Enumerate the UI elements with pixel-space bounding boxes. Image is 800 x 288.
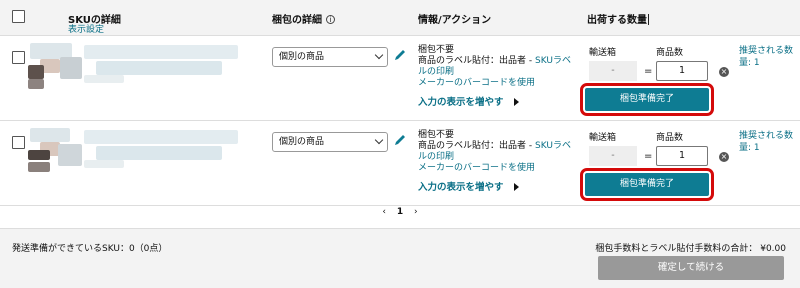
row-checkbox[interactable] xyxy=(12,136,25,149)
show-more-link[interactable]: 入力の表示を増やす xyxy=(418,97,578,108)
unit-label: 商品数 xyxy=(656,133,684,143)
label-info: 商品のラベル貼付：出品者 - SKUラベルの印刷 xyxy=(418,56,578,78)
label-info: 商品のラベル貼付：出品者 - SKUラベルの印刷 xyxy=(418,141,578,163)
box-count-field: - xyxy=(589,146,637,166)
chevron-down-icon xyxy=(374,135,384,145)
packing-type-select[interactable]: 個別の商品 xyxy=(272,132,388,152)
fee-total: 梱包手数料とラベル貼付手数料の合計： ¥0.00 xyxy=(595,244,786,254)
info-icon[interactable]: i xyxy=(326,15,335,24)
chevron-down-icon xyxy=(374,50,384,60)
recommended-quantity-link[interactable]: 推奨される数量: 1 xyxy=(739,130,799,154)
box-label: 輸送箱 xyxy=(589,48,617,58)
confirm-continue-button[interactable]: 確定して続ける xyxy=(598,256,784,280)
manufacturer-barcode-link[interactable]: メーカーのバーコードを使用 xyxy=(418,78,578,89)
pencil-icon[interactable] xyxy=(393,133,407,147)
current-page[interactable]: 1 xyxy=(397,207,403,217)
unit-quantity-input[interactable]: 1 xyxy=(656,146,708,166)
ready-to-pack-button[interactable]: 梱包準備完了 xyxy=(580,168,714,201)
label-owner-text: 商品のラベル貼付：出品者 - xyxy=(418,141,535,151)
prev-page-icon[interactable]: ‹ xyxy=(382,207,386,217)
text-cursor xyxy=(648,14,649,25)
ready-to-pack-button[interactable]: 梱包準備完了 xyxy=(580,83,714,116)
prep-info: 梱包不要 xyxy=(418,45,455,55)
table-row: 個別の商品 梱包不要 商品のラベル貼付：出品者 - SKUラベルの印刷 メーカー… xyxy=(0,122,800,206)
equals-sign: = xyxy=(644,151,653,162)
equals-sign: = xyxy=(644,66,653,77)
header-info-action: 情報/アクション xyxy=(418,15,492,26)
ready-sku-count: 発送準備ができているSKU：0（0点） xyxy=(12,244,168,254)
select-all-checkbox[interactable] xyxy=(12,10,25,23)
packing-type-select[interactable]: 個別の商品 xyxy=(272,47,388,67)
header-packing-details: 梱包の詳細 i xyxy=(272,11,335,26)
play-arrow-icon xyxy=(513,98,519,106)
unit-quantity-input[interactable]: 1 xyxy=(656,61,708,81)
pencil-icon[interactable] xyxy=(393,48,407,62)
row-checkbox[interactable] xyxy=(12,51,25,64)
prep-info: 梱包不要 xyxy=(418,130,455,140)
unit-label: 商品数 xyxy=(656,48,684,58)
info-action-cell: 梱包不要 商品のラベル貼付：出品者 - SKUラベルの印刷 メーカーのバーコード… xyxy=(418,45,578,108)
next-page-icon[interactable]: › xyxy=(414,207,418,217)
box-count-field: - xyxy=(589,61,637,81)
info-action-cell: 梱包不要 商品のラベル貼付：出品者 - SKUラベルの印刷 メーカーのバーコード… xyxy=(418,130,578,193)
clear-icon[interactable]: × xyxy=(719,67,729,77)
label-owner-text: 商品のラベル貼付：出品者 - xyxy=(418,56,535,66)
table-row: 個別の商品 梱包不要 商品のラベル貼付：出品者 - SKUラベルの印刷 メーカー… xyxy=(0,37,800,121)
box-label: 輸送箱 xyxy=(589,133,617,143)
recommended-quantity-link[interactable]: 推奨される数量: 1 xyxy=(739,45,799,69)
display-settings-link[interactable]: 表示設定 xyxy=(68,22,104,35)
footer-bar: 発送準備ができているSKU：0（0点） 梱包手数料とラベル貼付手数料の合計： ¥… xyxy=(0,228,800,288)
table-header: SKUの詳細 表示設定 梱包の詳細 i 情報/アクション 出荷する数量 xyxy=(0,0,800,36)
pagination: ‹ 1 › xyxy=(0,207,800,225)
header-ship-qty: 出荷する数量 xyxy=(587,14,649,26)
show-more-link[interactable]: 入力の表示を増やす xyxy=(418,182,578,193)
play-arrow-icon xyxy=(513,183,519,191)
clear-icon[interactable]: × xyxy=(719,152,729,162)
manufacturer-barcode-link[interactable]: メーカーのバーコードを使用 xyxy=(418,163,578,174)
